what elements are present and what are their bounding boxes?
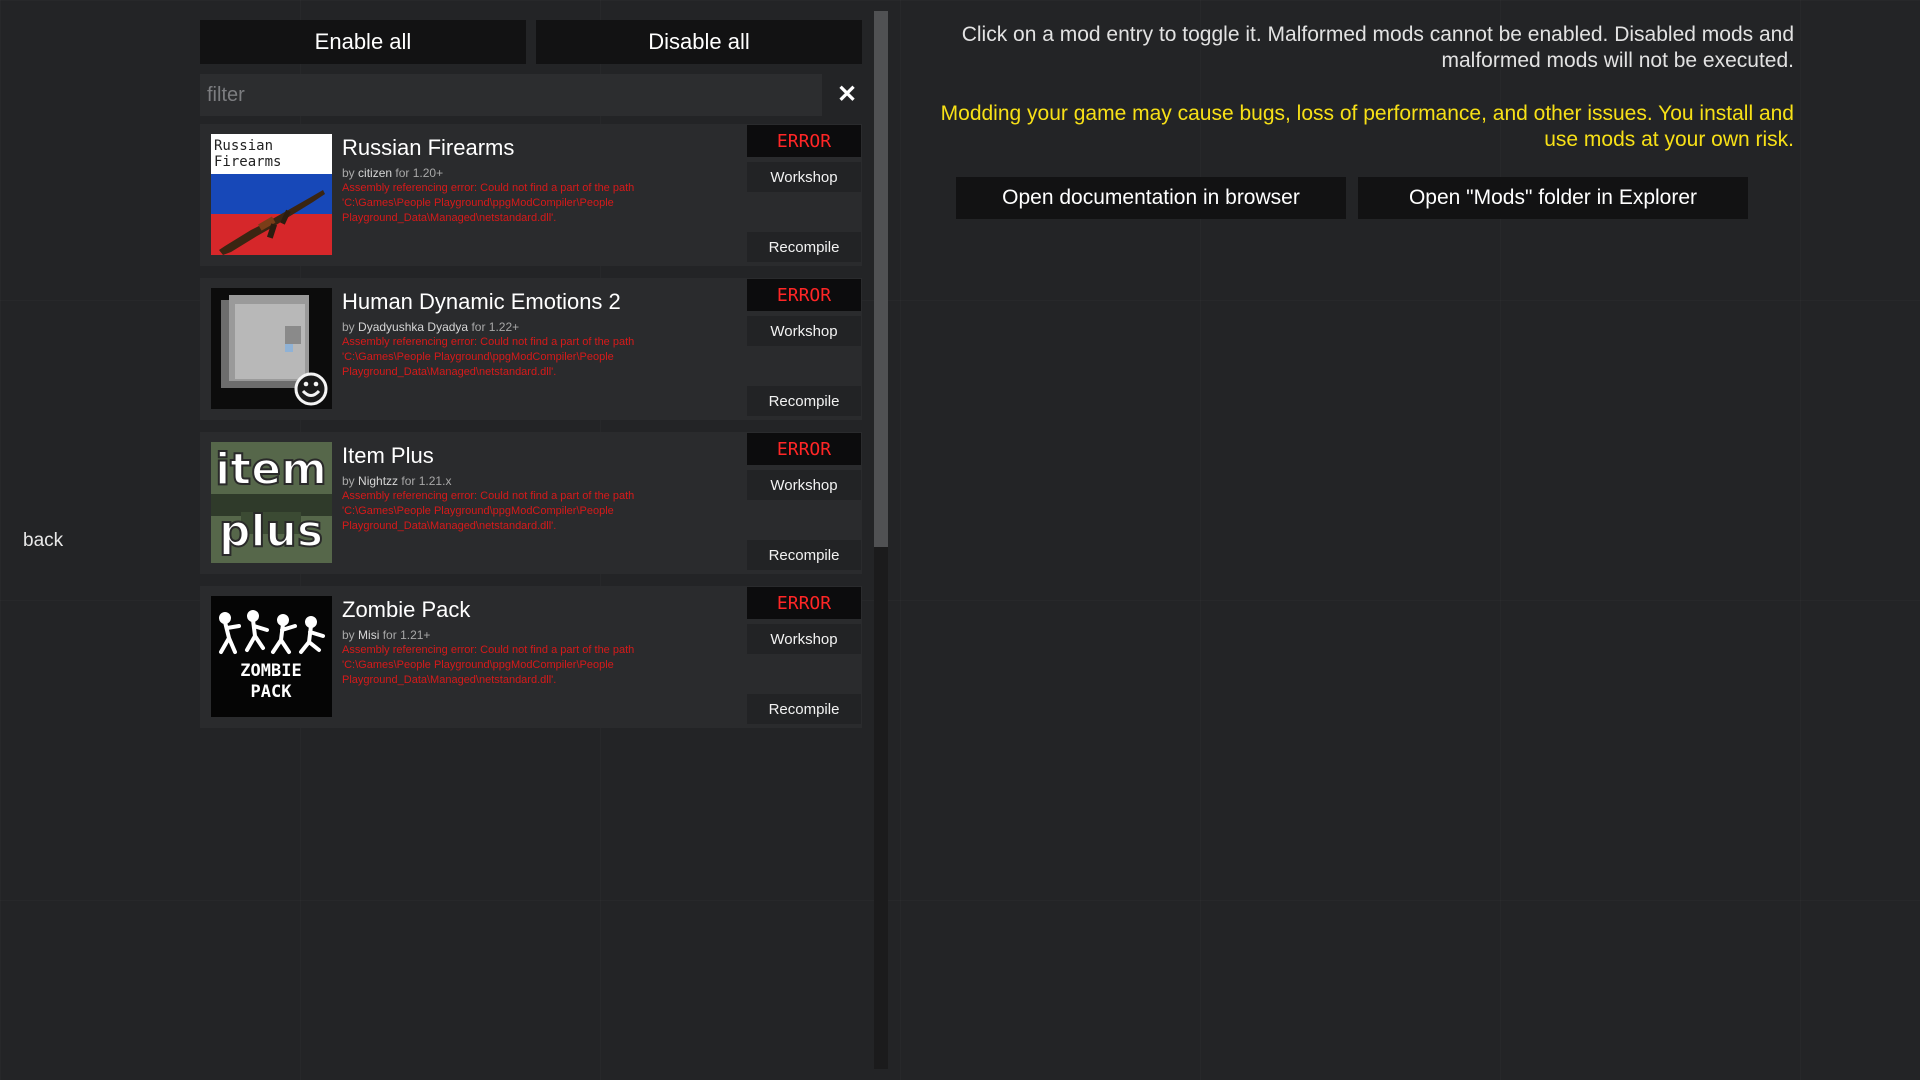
- filter-row: ✕: [200, 74, 862, 116]
- instructions-text: Click on a mod entry to toggle it. Malfo…: [961, 23, 1794, 72]
- thumb-text-line: item: [215, 444, 327, 495]
- mod-error-message: Assembly referencing error: Could not fi…: [342, 336, 635, 378]
- by-label: by: [342, 166, 355, 180]
- open-documentation-button[interactable]: Open documentation in browser: [956, 177, 1346, 219]
- warning-text: Modding your game may cause bugs, loss o…: [940, 102, 1794, 151]
- mod-title: Item Plus: [342, 443, 434, 468]
- mod-version: 1.21.x: [418, 474, 452, 488]
- recompile-button[interactable]: Recompile: [747, 540, 861, 570]
- mod-author: Misi: [358, 628, 380, 642]
- thumb-text-line: PACK: [251, 682, 293, 702]
- thumb-text-line: ZOMBIE: [240, 661, 301, 681]
- mod-entry[interactable]: Russian Firearms Russian Firearms by cit…: [200, 124, 862, 266]
- enable-all-button[interactable]: Enable all: [200, 20, 526, 64]
- by-label: by: [342, 320, 355, 334]
- mod-error-message: Assembly referencing error: Could not fi…: [342, 182, 635, 224]
- mod-author: citizen: [358, 166, 393, 180]
- mod-entry[interactable]: Human Dynamic Emotions 2 by Dyadyushka D…: [200, 278, 862, 420]
- thumb-text-line: Firearms: [214, 154, 281, 170]
- by-label: by: [342, 628, 355, 642]
- mod-title: Zombie Pack: [342, 597, 471, 622]
- disable-all-button[interactable]: Disable all: [536, 20, 862, 64]
- thumb-text-line: plus: [219, 506, 323, 557]
- filter-input[interactable]: [200, 74, 822, 116]
- mods-panel: Enable all Disable all ✕ Russian Firearm…: [200, 20, 862, 740]
- open-mods-folder-button[interactable]: Open "Mods" folder in Explorer: [1358, 177, 1748, 219]
- grey-squares-smiley-thumbnail: [211, 288, 332, 409]
- workshop-button[interactable]: Workshop: [747, 624, 861, 654]
- workshop-button[interactable]: Workshop: [747, 162, 861, 192]
- for-label: for: [401, 474, 416, 488]
- close-icon[interactable]: ✕: [832, 80, 862, 110]
- workshop-button[interactable]: Workshop: [747, 470, 861, 500]
- mod-error-message: Assembly referencing error: Could not fi…: [342, 490, 635, 532]
- thumb-text-line: Russian: [214, 138, 273, 154]
- mod-meta: by citizen for 1.20+: [342, 166, 443, 180]
- action-buttons: Open documentation in browser Open "Mods…: [956, 177, 1760, 219]
- mod-status-badge: ERROR: [747, 125, 861, 157]
- smiley-icon: [294, 372, 328, 406]
- for-label: for: [382, 628, 397, 642]
- mod-version: 1.22+: [488, 320, 520, 334]
- mod-meta: by Nightzz for 1.21.x: [342, 474, 451, 488]
- for-label: for: [471, 320, 486, 334]
- mod-author: Dyadyushka Dyadya: [358, 320, 469, 334]
- mod-title: Russian Firearms: [342, 135, 515, 160]
- mods-toolbar: Enable all Disable all: [200, 20, 862, 64]
- workshop-button[interactable]: Workshop: [747, 316, 861, 346]
- mod-version: 1.21+: [400, 628, 431, 642]
- mod-meta: by Dyadyushka Dyadya for 1.22+: [342, 320, 519, 334]
- for-label: for: [395, 166, 410, 180]
- mod-status-badge: ERROR: [747, 279, 861, 311]
- scrollbar-thumb[interactable]: [874, 11, 888, 547]
- mod-status-badge: ERROR: [747, 433, 861, 465]
- info-panel: Click on a mod entry to toggle it. Malfo…: [920, 22, 1794, 219]
- mod-title: Human Dynamic Emotions 2: [342, 289, 621, 314]
- mod-list: Russian Firearms Russian Firearms by cit…: [200, 124, 862, 728]
- mod-entry[interactable]: item plus Item Plus by Nightzz for 1.21.…: [200, 432, 862, 574]
- recompile-button[interactable]: Recompile: [747, 232, 861, 262]
- mod-entry[interactable]: ZOMBIE PACK Zombie Pack by Misi for 1.21…: [200, 586, 862, 728]
- item-plus-logo-thumbnail: item plus: [211, 442, 332, 563]
- zombie-pack-logo-thumbnail: ZOMBIE PACK: [211, 596, 332, 717]
- mod-author: Nightzz: [358, 474, 399, 488]
- russian-flag-rifle-thumbnail: Russian Firearms: [211, 134, 332, 255]
- mod-list-scrollbar[interactable]: [874, 11, 888, 1069]
- recompile-button[interactable]: Recompile: [747, 386, 861, 416]
- back-link[interactable]: back: [23, 530, 63, 552]
- recompile-button[interactable]: Recompile: [747, 694, 861, 724]
- mod-error-message: Assembly referencing error: Could not fi…: [342, 644, 635, 686]
- by-label: by: [342, 474, 355, 488]
- mod-meta: by Misi for 1.21+: [342, 628, 430, 642]
- mod-status-badge: ERROR: [747, 587, 861, 619]
- mod-version: 1.20+: [412, 166, 444, 180]
